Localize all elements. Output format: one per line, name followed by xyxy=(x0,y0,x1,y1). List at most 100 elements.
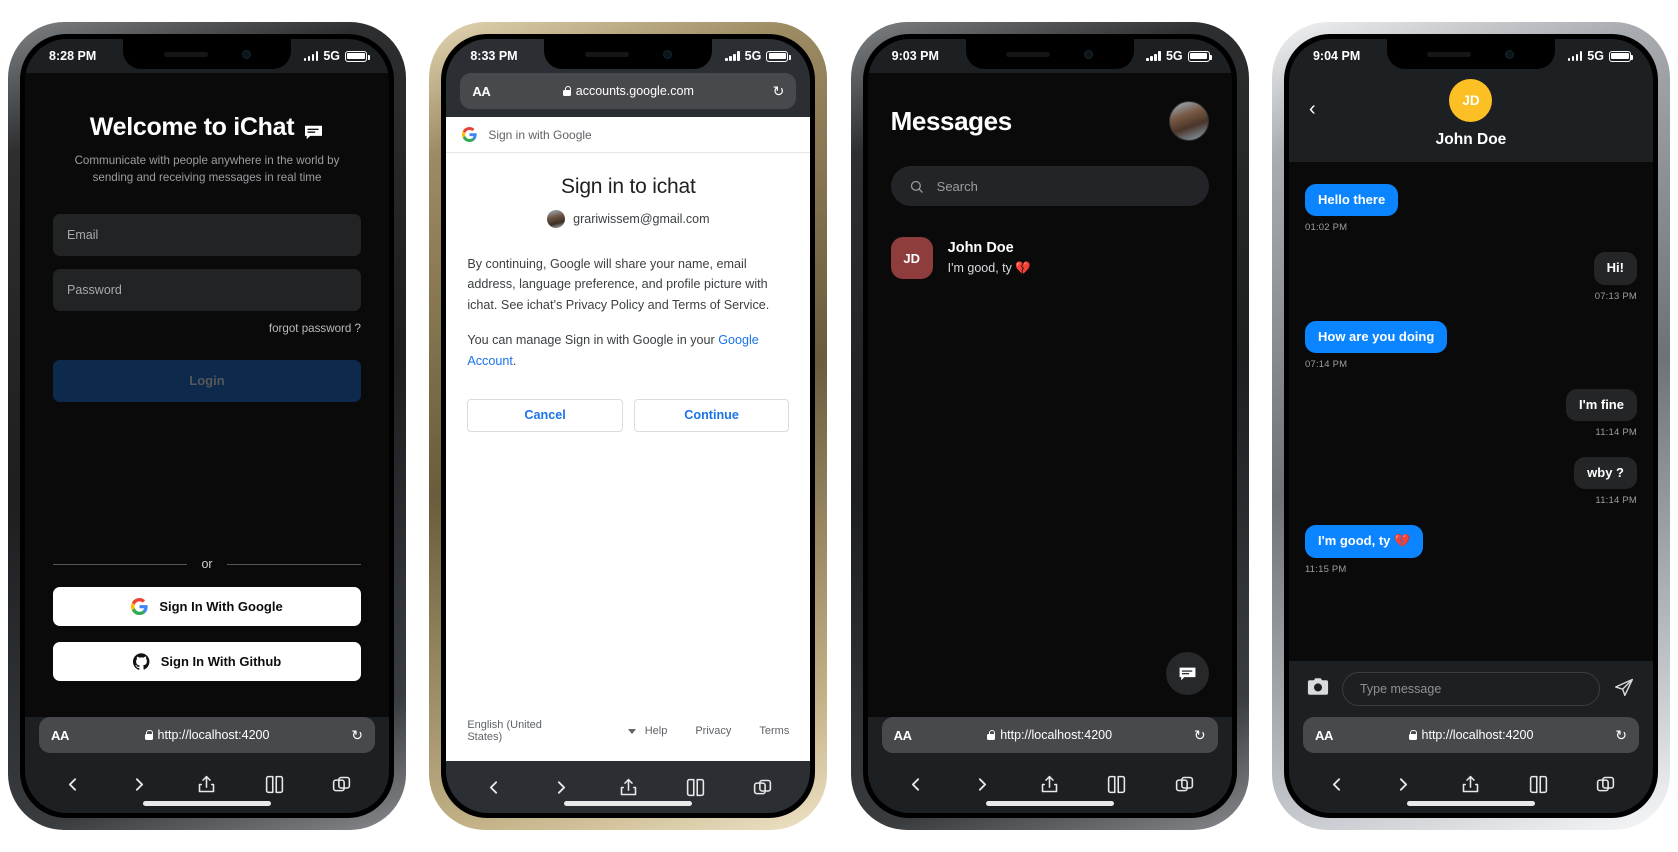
consent-paragraph-2: You can manage Sign in with Google in yo… xyxy=(467,330,789,371)
tabs-icon[interactable] xyxy=(331,774,352,795)
address-bar[interactable]: AA http://localhost:4200 ↻ xyxy=(881,717,1218,753)
message-row: wby ? 11:14 PM xyxy=(1305,457,1637,506)
status-time: 9:03 PM xyxy=(891,49,939,63)
reload-icon[interactable]: ↻ xyxy=(351,727,363,744)
status-indicators: 5G xyxy=(1567,49,1634,63)
signal-bars-icon xyxy=(303,51,319,61)
text-size-button[interactable]: AA xyxy=(894,728,912,743)
terms-link[interactable]: Terms xyxy=(759,725,789,737)
address-bar[interactable]: AA http://localhost:4200 ↻ xyxy=(1302,717,1639,753)
address-bar[interactable]: AA accounts.google.com ↻ xyxy=(460,73,797,109)
status-time: 8:28 PM xyxy=(49,49,97,63)
safari-top-toolbar: AA accounts.google.com ↻ xyxy=(446,73,811,117)
front-camera-icon xyxy=(1505,49,1515,59)
forward-icon[interactable] xyxy=(129,774,150,795)
back-icon[interactable] xyxy=(1326,774,1347,795)
conversation-text: John Doe I'm good, ty 💔 xyxy=(948,240,1031,276)
messages-app-body: Messages Search JD John Doe I'm good, ty xyxy=(867,73,1232,717)
back-icon[interactable] xyxy=(62,774,83,795)
phone-bezel: 9:04 PM 5G ‹ JD John Doe Hello there 01:… xyxy=(1283,34,1658,818)
bookmarks-icon[interactable] xyxy=(1106,774,1127,795)
back-icon[interactable] xyxy=(483,777,504,798)
tabs-icon[interactable] xyxy=(1595,774,1616,795)
status-time: 8:33 PM xyxy=(470,49,518,63)
password-field[interactable]: Password xyxy=(53,268,361,311)
status-indicators: 5G xyxy=(303,49,370,63)
messages-header: Messages xyxy=(891,101,1209,141)
bookmarks-icon[interactable] xyxy=(264,774,285,795)
message-list[interactable]: Hello there 01:02 PM Hi! 07:13 PM How ar… xyxy=(1289,162,1653,661)
footer-links: Help Privacy Terms xyxy=(645,725,790,737)
send-icon[interactable] xyxy=(1613,677,1635,702)
text-size-button[interactable]: AA xyxy=(472,84,490,99)
divider-label: or xyxy=(201,557,213,571)
text-size-button[interactable]: AA xyxy=(51,728,69,743)
email-placeholder: Email xyxy=(67,227,99,242)
search-icon xyxy=(910,180,923,193)
google-button-label: Sign In With Google xyxy=(159,599,283,614)
cancel-button[interactable]: Cancel xyxy=(467,398,623,432)
search-input[interactable]: Search xyxy=(890,166,1209,206)
new-message-button[interactable] xyxy=(1165,652,1209,695)
message-bubble: wby ? xyxy=(1574,457,1637,490)
phone-bezel: 8:33 PM 5G AA accounts.google.com ↻ Sign… xyxy=(441,34,816,818)
share-icon[interactable] xyxy=(1460,774,1481,795)
login-button[interactable]: Login xyxy=(53,359,361,402)
back-icon[interactable] xyxy=(905,774,926,795)
language-selector[interactable]: English (United States) xyxy=(467,719,636,743)
battery-icon xyxy=(345,50,370,62)
url-display: accounts.google.com xyxy=(460,84,796,98)
sign-in-with-google-button[interactable]: Sign In With Google xyxy=(53,587,361,626)
message-bubble: Hello there xyxy=(1304,184,1399,217)
back-button[interactable]: ‹ xyxy=(1309,99,1316,119)
language-label: English (United States) xyxy=(467,719,542,743)
share-icon[interactable] xyxy=(1039,774,1060,795)
reload-icon[interactable]: ↻ xyxy=(773,83,785,100)
message-input[interactable]: Type message xyxy=(1341,672,1600,706)
reload-icon[interactable]: ↻ xyxy=(1194,727,1206,744)
forward-icon[interactable] xyxy=(972,774,993,795)
bookmarks-icon[interactable] xyxy=(1528,774,1549,795)
battery-icon xyxy=(1608,50,1634,62)
bookmarks-icon[interactable] xyxy=(685,777,706,798)
phone-screen-login: 8:28 PM 5G Welcome to iChat Communicate … xyxy=(25,39,389,813)
list-item[interactable]: JD John Doe I'm good, ty 💔 xyxy=(890,237,1209,279)
reload-icon[interactable]: ↻ xyxy=(1615,727,1627,744)
share-icon[interactable] xyxy=(618,777,639,798)
forward-icon[interactable] xyxy=(1393,774,1414,795)
google-consent-body: Sign in to ichat grariwissem@gmail.com B… xyxy=(446,153,810,719)
phone-device-messages: 9:03 PM 5G Messages Search JD John Doe I… xyxy=(850,22,1249,830)
home-indicator xyxy=(143,801,271,806)
chat-header: ‹ JD John Doe xyxy=(1288,73,1653,162)
home-indicator xyxy=(985,801,1114,806)
help-link[interactable]: Help xyxy=(645,725,668,737)
profile-avatar[interactable] xyxy=(1168,101,1209,141)
camera-icon[interactable] xyxy=(1307,677,1329,701)
network-label: 5G xyxy=(1165,49,1183,63)
email-field[interactable]: Email xyxy=(53,213,361,256)
message-input-placeholder: Type message xyxy=(1359,682,1442,696)
tabs-icon[interactable] xyxy=(752,777,773,798)
url-text: http://localhost:4200 xyxy=(1000,728,1113,742)
phone-screen-chat: 9:04 PM 5G ‹ JD John Doe Hello there 01:… xyxy=(1288,39,1653,813)
continue-button[interactable]: Continue xyxy=(633,398,790,432)
lock-icon xyxy=(987,730,996,740)
network-label: 5G xyxy=(323,49,340,63)
forgot-password-link[interactable]: forgot password ? xyxy=(53,322,361,335)
address-bar[interactable]: AA http://localhost:4200 ↻ xyxy=(39,717,375,753)
network-label: 5G xyxy=(744,49,762,63)
forward-icon[interactable] xyxy=(551,777,572,798)
sign-in-with-github-button[interactable]: Sign In With Github xyxy=(53,642,361,681)
page-title: Messages xyxy=(890,105,1013,136)
message-row: Hello there 01:02 PM xyxy=(1304,184,1637,233)
tabs-icon[interactable] xyxy=(1174,774,1195,795)
message-row: I'm fine 11:14 PM xyxy=(1305,388,1637,438)
network-label: 5G xyxy=(1587,49,1604,63)
privacy-link[interactable]: Privacy xyxy=(695,725,731,737)
phone-screen-google: 8:33 PM 5G AA accounts.google.com ↻ Sign… xyxy=(446,39,811,813)
text-size-button[interactable]: AA xyxy=(1315,728,1333,743)
avatar: JD xyxy=(890,237,933,279)
message-composer: Type message xyxy=(1288,661,1653,717)
share-icon[interactable] xyxy=(196,774,217,795)
status-indicators: 5G xyxy=(725,49,791,63)
